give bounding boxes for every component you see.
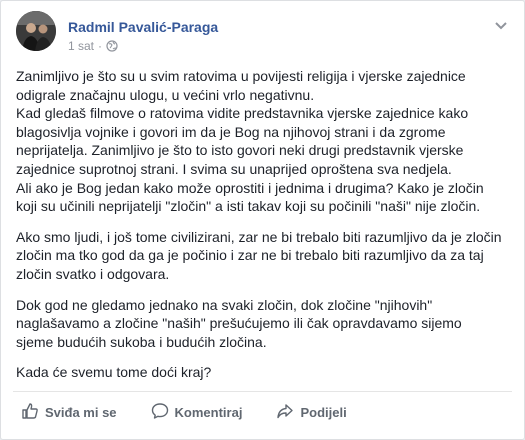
like-button[interactable]: Sviđa mi se — [21, 402, 117, 423]
comment-button[interactable]: Komentiraj — [151, 402, 243, 423]
post-paragraph: Kada će svemu tome doći kraj? — [16, 364, 212, 381]
comment-label: Komentiraj — [174, 404, 243, 420]
avatar[interactable] — [16, 11, 56, 51]
comment-icon — [151, 402, 175, 423]
post-meta: 1 sat · — [68, 39, 118, 53]
post-paragraph: Dok god ne gledamo jednako na svaki zloč… — [16, 296, 462, 350]
share-arrow-icon — [276, 402, 300, 423]
post-time[interactable]: 1 sat — [68, 39, 94, 53]
post-header: Radmil Pavalić-Paraga 1 sat · — [16, 11, 511, 61]
thumbs-up-icon — [21, 402, 45, 423]
like-label: Sviđa mi se — [45, 404, 117, 420]
globe-icon — [106, 40, 118, 52]
post-card: Radmil Pavalić-Paraga 1 sat · Zanimljivo… — [0, 0, 525, 440]
author-name[interactable]: Radmil Pavalić-Paraga — [68, 19, 218, 35]
meta-separator: · — [98, 39, 103, 53]
post-actions: Sviđa mi se Komentiraj Podijeli — [13, 396, 512, 428]
share-button[interactable]: Podijeli — [276, 402, 347, 423]
actions-divider — [13, 391, 512, 392]
chevron-down-icon[interactable] — [491, 19, 511, 33]
post-paragraph: Ako smo ljudi, i još tome civilizirani, … — [16, 228, 502, 282]
post-paragraph: Zanimljivo je što su u svim ratovima u p… — [16, 68, 484, 215]
share-label: Podijeli — [300, 404, 347, 420]
post-text: Zanimljivo je što su u svim ratovima u p… — [16, 67, 511, 394]
